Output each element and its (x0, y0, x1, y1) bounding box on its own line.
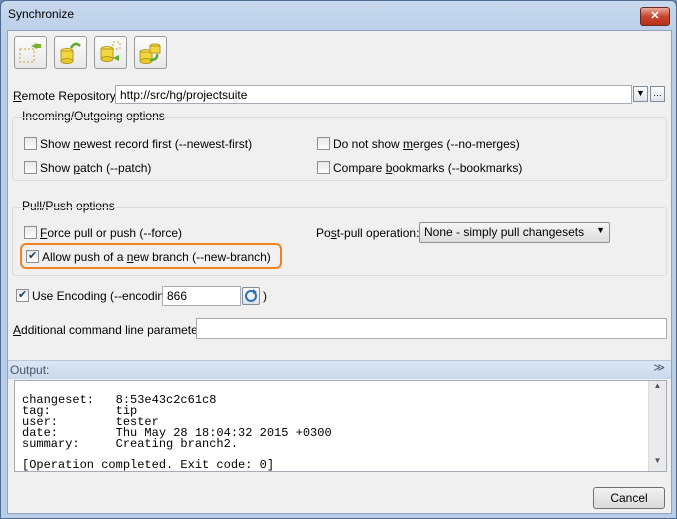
post-pull-operation-select[interactable]: None - simply pull changesets ▼ (419, 222, 610, 243)
collapse-icon[interactable]: ≫ (653, 361, 665, 374)
repository-incoming-icon (19, 43, 41, 63)
dialog-body: Remote Repository: http://src/hg/project… (7, 30, 672, 514)
force-checkbox[interactable] (24, 226, 37, 239)
repository-outgoing-icon (100, 41, 121, 62)
force-label: Force pull or push (--force) (40, 226, 183, 240)
log-line: summary: Creating branch2. (22, 437, 239, 451)
additional-params-input[interactable] (196, 318, 667, 339)
log-line: [Operation completed. Exit code: 0] (22, 458, 275, 472)
remote-repository-label: Remote Repository: (13, 89, 120, 103)
title-bar[interactable]: Synchronize ✕ (1, 1, 676, 29)
bookmarks-checkbox[interactable] (317, 161, 330, 174)
synchronize-dialog: Synchronize ✕ Remote Repository: http://… (0, 0, 677, 519)
refresh-button[interactable] (242, 287, 260, 305)
patch-label: Show patch (--patch) (40, 161, 152, 175)
output-log[interactable]: changeset: 8:53e43c2c61c8 tag: tip user:… (14, 380, 667, 472)
browse-button[interactable]: … (650, 86, 665, 102)
window-title: Synchronize (8, 7, 75, 21)
use-encoding-label: Use Encoding (--encoding= (32, 289, 178, 303)
post-pull-label: Post-pull operation: (316, 226, 420, 240)
newest-first-label: Show newest record first (--newest-first… (40, 137, 253, 151)
pull-button[interactable] (54, 36, 87, 69)
new-branch-checkbox[interactable] (26, 249, 39, 263)
patch-checkbox[interactable] (24, 161, 37, 174)
chevron-down-icon: ▼ (596, 225, 605, 235)
bookmarks-label: Compare bookmarks (--bookmarks) (333, 161, 523, 175)
no-merges-checkbox[interactable] (317, 137, 330, 150)
output-label: Output: (10, 363, 50, 377)
scroll-down-icon[interactable]: ▼ (649, 456, 666, 471)
newest-first-checkbox[interactable] (24, 137, 37, 150)
output-header: Output: ≫ (8, 360, 671, 379)
repository-pull-icon (60, 42, 81, 64)
remote-repository-input[interactable]: http://src/hg/projectsuite (115, 85, 632, 104)
remote-repository-dropdown-button[interactable]: ▼ (633, 86, 648, 102)
repository-push-icon (139, 43, 161, 64)
no-merges-label: Do not show merges (--no-merges) (333, 137, 520, 151)
outgoing-button[interactable] (94, 36, 127, 69)
push-button[interactable] (134, 36, 167, 69)
refresh-icon (245, 289, 257, 302)
encoding-close-paren: ) (263, 289, 267, 303)
scroll-up-icon[interactable]: ▲ (649, 381, 666, 396)
post-pull-operation-value: None - simply pull changesets (424, 225, 585, 239)
output-scrollbar[interactable]: ▲ ▼ (648, 381, 666, 471)
incoming-button[interactable] (14, 36, 47, 69)
additional-params-label: Additional command line parameters: (13, 323, 212, 337)
new-branch-label: Allow push of a new branch (--new-branch… (42, 250, 271, 264)
encoding-input[interactable]: 866 (162, 286, 241, 306)
cancel-button[interactable]: Cancel (593, 487, 665, 509)
use-encoding-checkbox[interactable] (16, 288, 29, 302)
close-button[interactable]: ✕ (640, 7, 670, 26)
